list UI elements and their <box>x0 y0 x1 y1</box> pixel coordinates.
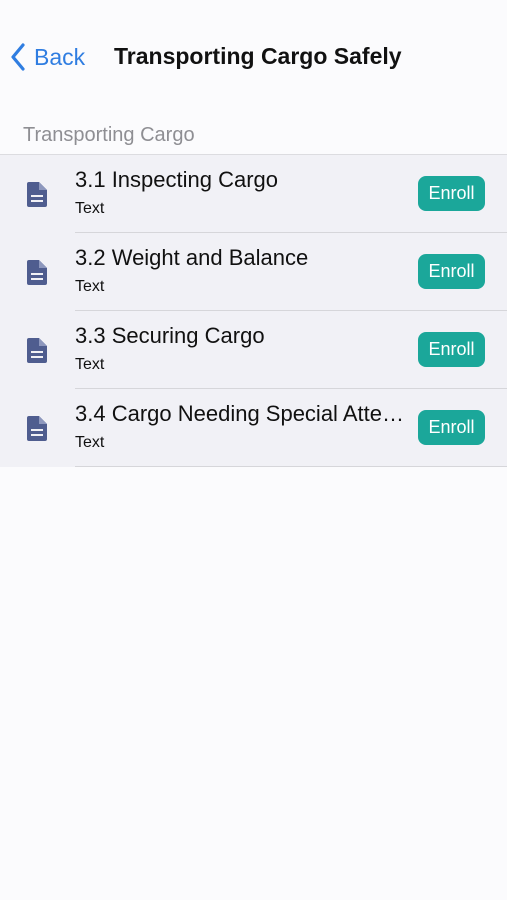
lesson-type: Text <box>75 434 105 451</box>
document-icon <box>27 338 47 363</box>
list-item[interactable]: 3.4 Cargo Needing Special Attention Text… <box>27 389 507 467</box>
document-icon <box>27 182 47 207</box>
lesson-title: 3.3 Securing Cargo <box>75 323 265 348</box>
document-icon <box>27 260 47 285</box>
section-header: Transporting Cargo <box>23 124 195 146</box>
list-item[interactable]: 3.2 Weight and Balance Text Enroll <box>27 233 507 311</box>
lesson-type: Text <box>75 200 105 217</box>
back-button[interactable]: Back <box>10 40 85 74</box>
lesson-type: Text <box>75 356 105 373</box>
lesson-title: 3.4 Cargo Needing Special Attention <box>75 401 405 426</box>
document-icon <box>27 416 47 441</box>
lesson-list: 3.1 Inspecting Cargo Text Enroll 3.2 Wei… <box>0 154 507 467</box>
enroll-button[interactable]: Enroll <box>418 254 485 289</box>
enroll-button[interactable]: Enroll <box>418 332 485 367</box>
enroll-button[interactable]: Enroll <box>418 176 485 211</box>
lesson-title: 3.2 Weight and Balance <box>75 245 309 270</box>
lesson-type: Text <box>75 278 105 295</box>
navigation-bar: Back Transporting Cargo Safely <box>0 0 507 110</box>
page-title: Transporting Cargo Safely <box>114 43 402 69</box>
chevron-left-icon <box>11 43 25 71</box>
list-item[interactable]: 3.1 Inspecting Cargo Text Enroll <box>27 155 507 233</box>
list-item[interactable]: 3.3 Securing Cargo Text Enroll <box>27 311 507 389</box>
back-label: Back <box>34 43 86 70</box>
lesson-title: 3.1 Inspecting Cargo <box>75 167 279 192</box>
screen: Back Transporting Cargo Safely Transport… <box>0 0 507 900</box>
enroll-button[interactable]: Enroll <box>418 410 485 445</box>
